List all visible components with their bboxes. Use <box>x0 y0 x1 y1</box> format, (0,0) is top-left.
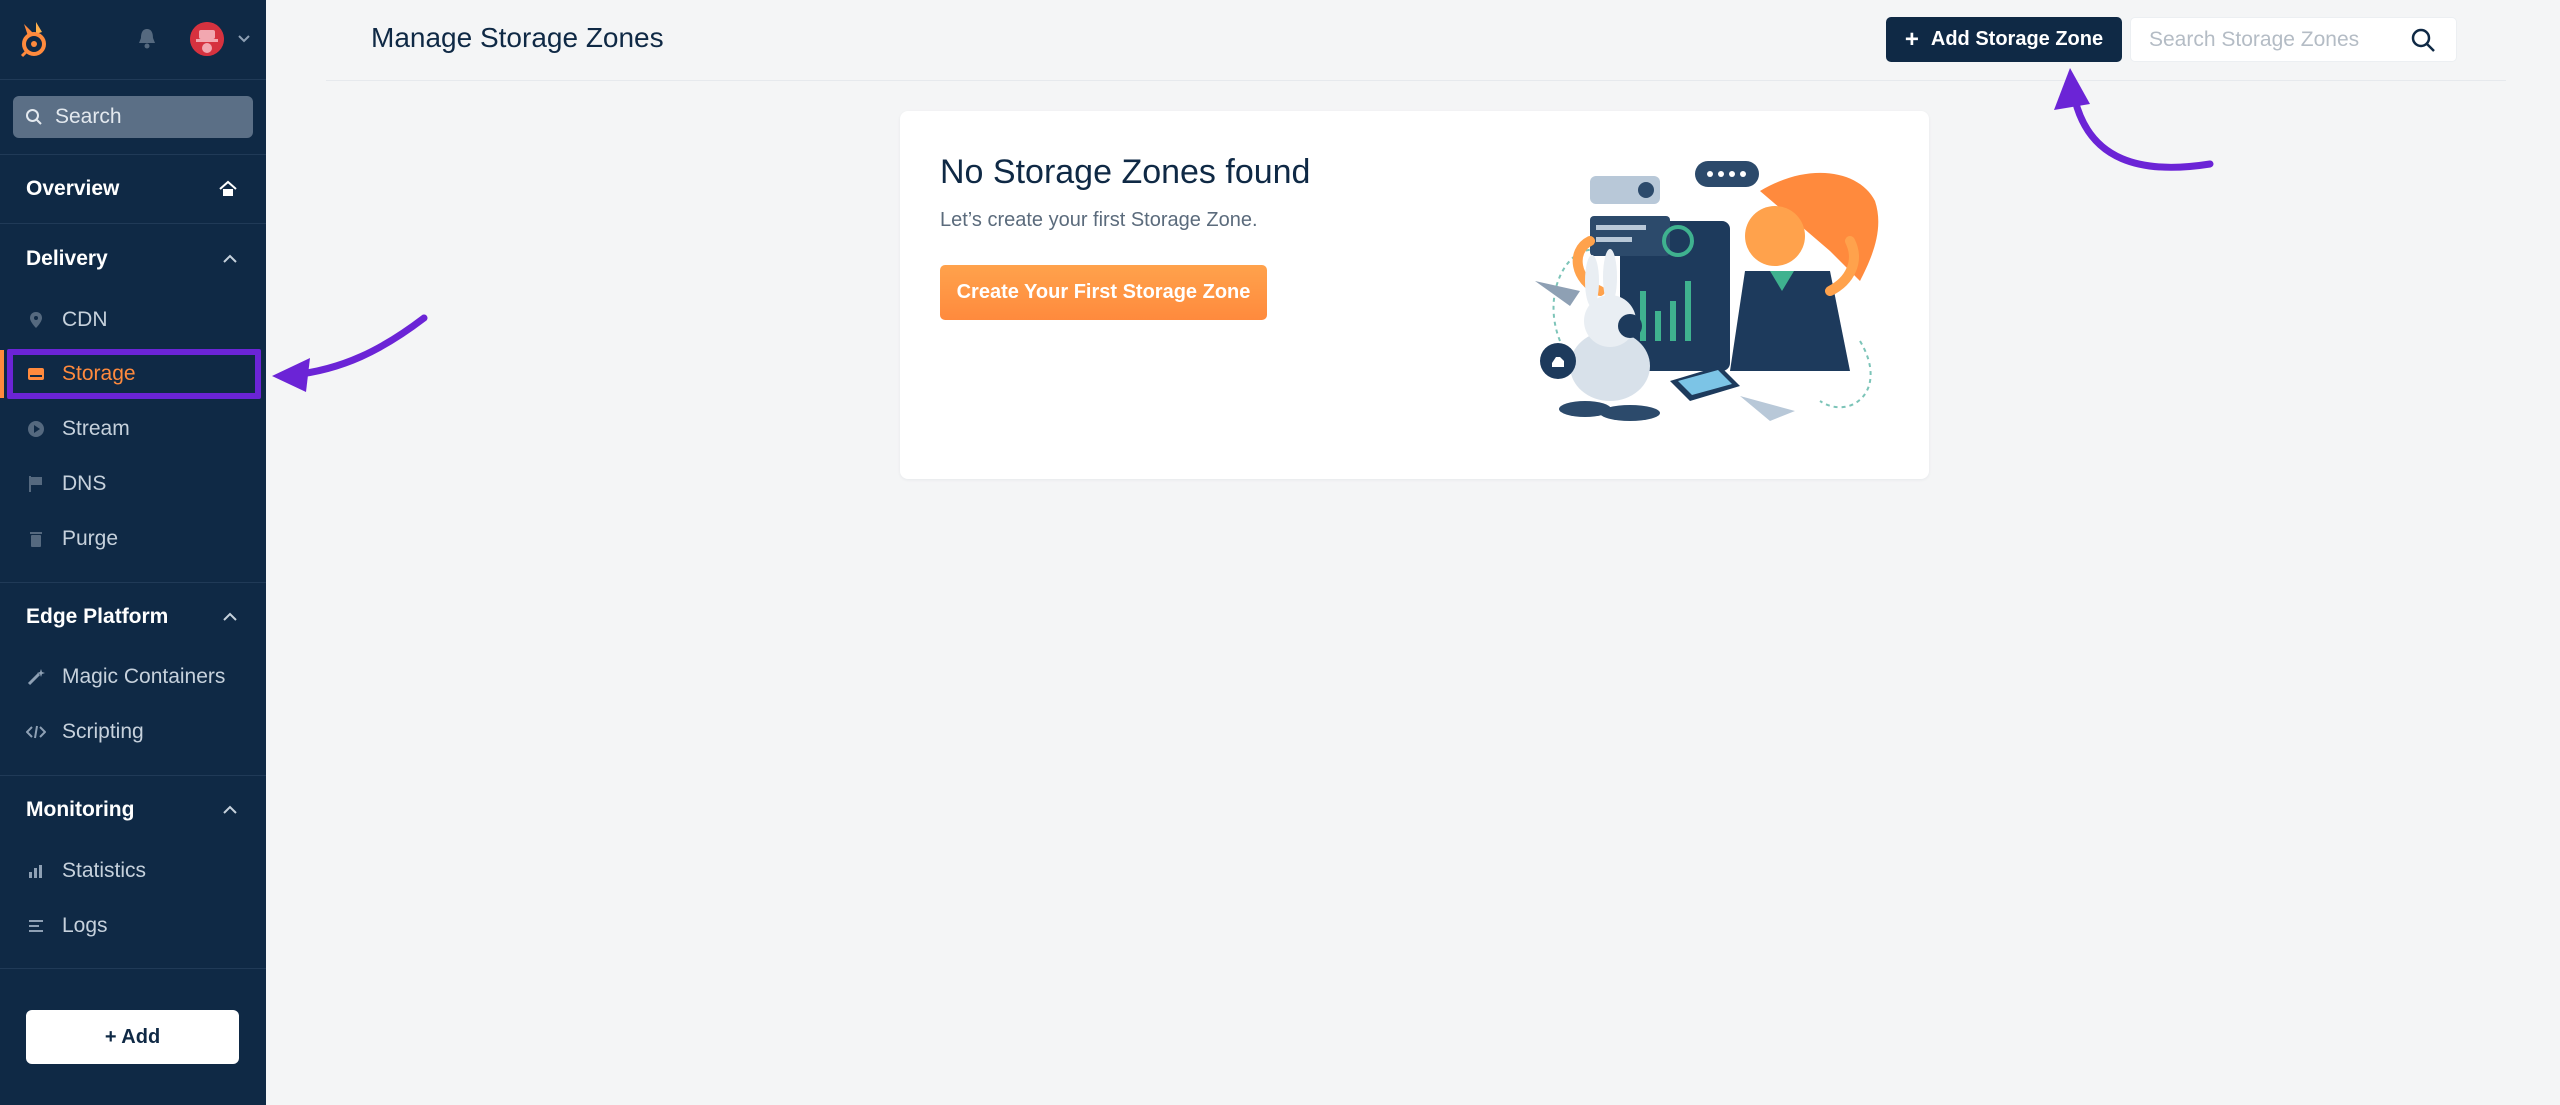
sidebar-item-magic-containers[interactable]: Magic Containers <box>0 653 266 701</box>
divider <box>0 154 266 155</box>
stream-label: Stream <box>62 417 130 440</box>
create-first-storage-zone-button[interactable]: Create Your First Storage Zone <box>940 265 1267 320</box>
home-icon <box>219 180 237 196</box>
add-storage-zone-label: Add Storage Zone <box>1930 28 2104 50</box>
magic-wand-icon <box>26 667 46 687</box>
chevron-down-icon[interactable] <box>236 30 252 46</box>
sidebar-item-cdn[interactable]: CDN <box>0 296 266 344</box>
section-edge-platform[interactable]: Edge Platform <box>0 597 266 637</box>
list-lines-icon <box>26 916 46 936</box>
magic-containers-label: Magic Containers <box>62 665 226 688</box>
sidebar-item-overview[interactable]: Overview <box>0 169 266 209</box>
sidebar-item-statistics[interactable]: Statistics <box>0 847 266 895</box>
trash-icon <box>26 529 46 549</box>
monitoring-label: Monitoring <box>26 798 135 821</box>
storage-zone-search-placeholder: Search Storage Zones <box>2149 27 2360 51</box>
search-icon[interactable] <box>2410 27 2436 53</box>
location-pin-icon <box>26 310 46 330</box>
divider <box>0 223 266 224</box>
scripting-label: Scripting <box>62 720 144 743</box>
section-delivery[interactable]: Delivery <box>0 239 266 279</box>
annotation-arrow-top <box>2054 68 2214 171</box>
empty-state-subtitle: Let’s create your first Storage Zone. <box>940 209 1258 231</box>
play-circle-icon <box>26 419 46 439</box>
chevron-up-icon[interactable] <box>222 611 238 623</box>
sidebar-item-logs[interactable]: Logs <box>0 902 266 950</box>
edge-platform-label: Edge Platform <box>26 605 169 628</box>
divider <box>0 775 266 776</box>
sidebar: Search Overview Delivery CDN Storage Str… <box>0 0 266 1105</box>
sidebar-search-input[interactable]: Search <box>13 96 253 138</box>
section-monitoring[interactable]: Monitoring <box>0 790 266 830</box>
flag-icon <box>26 474 46 494</box>
plus-icon: + <box>1904 25 1919 53</box>
empty-state-illustration <box>1535 161 1879 421</box>
empty-state-title: No Storage Zones found <box>940 153 1311 191</box>
add-storage-zone-button[interactable]: + Add Storage Zone <box>1886 17 2122 62</box>
sidebar-item-scripting[interactable]: Scripting <box>0 708 266 756</box>
bunny-logo-icon[interactable] <box>16 20 52 58</box>
dns-label: DNS <box>62 472 107 495</box>
divider <box>0 582 266 583</box>
code-icon <box>26 722 46 742</box>
sidebar-item-stream[interactable]: Stream <box>0 405 266 453</box>
annotation-arrow-left <box>272 314 428 392</box>
purge-label: Purge <box>62 527 119 550</box>
notification-bell-icon[interactable] <box>136 26 158 50</box>
bar-chart-icon <box>26 861 46 881</box>
logs-label: Logs <box>62 914 108 937</box>
storage-zone-search-input[interactable]: Search Storage Zones <box>2130 17 2457 62</box>
divider <box>0 968 266 969</box>
sidebar-search-placeholder: Search <box>55 105 122 128</box>
search-icon <box>26 109 42 125</box>
sidebar-header <box>0 0 266 80</box>
annotation-highlight-box <box>7 349 261 399</box>
overview-label: Overview <box>26 177 120 200</box>
sidebar-item-purge[interactable]: Purge <box>0 515 266 563</box>
chevron-up-icon[interactable] <box>222 253 238 265</box>
page-title: Manage Storage Zones <box>371 22 664 53</box>
empty-state-card: No Storage Zones found Let’s create your… <box>900 111 1929 479</box>
sidebar-add-button[interactable]: + Add <box>26 1010 239 1064</box>
chevron-up-icon[interactable] <box>222 804 238 816</box>
user-avatar[interactable] <box>190 22 224 56</box>
delivery-label: Delivery <box>26 247 108 270</box>
statistics-label: Statistics <box>62 859 147 882</box>
sidebar-item-dns[interactable]: DNS <box>0 460 266 508</box>
cdn-label: CDN <box>62 308 108 331</box>
